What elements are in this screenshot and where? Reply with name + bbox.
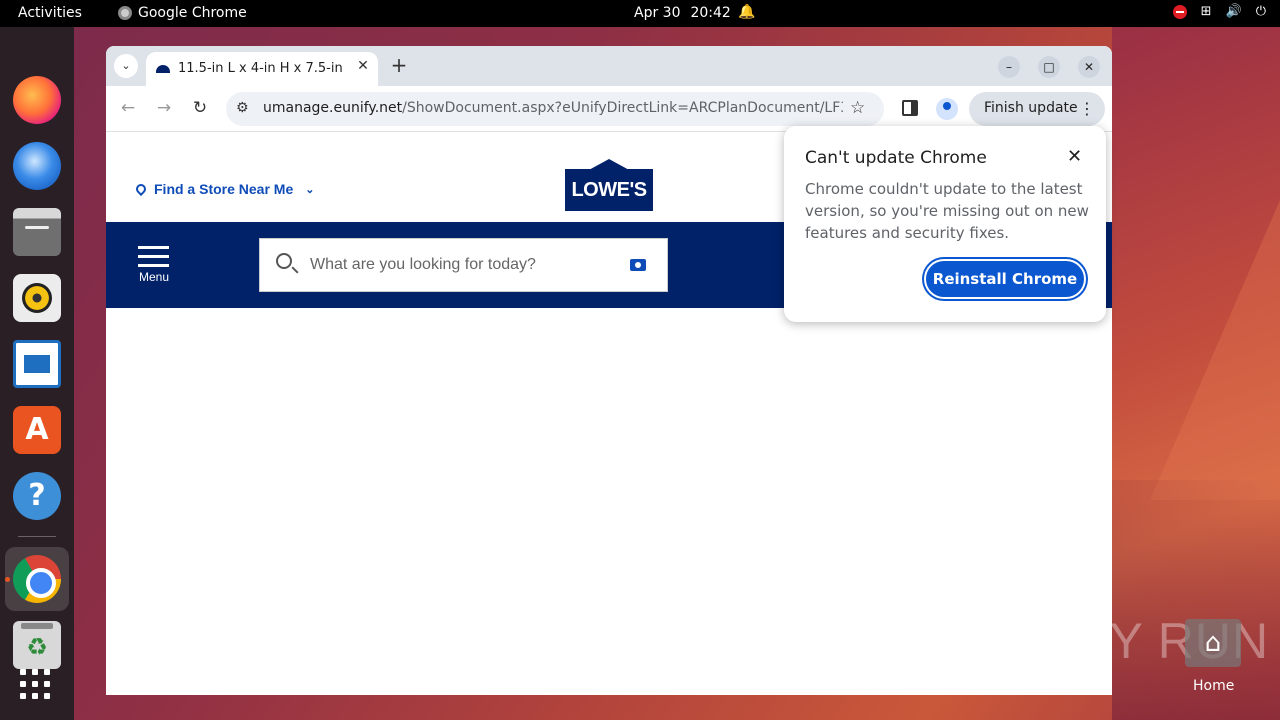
profile-avatar-icon[interactable] (936, 98, 958, 120)
search-icon[interactable] (276, 253, 292, 269)
help-icon[interactable]: ? (13, 472, 61, 520)
power-icon[interactable]: ⏻ (1256, 4, 1266, 19)
clock[interactable]: Apr 30 20:42 (634, 5, 731, 21)
finish-update-label: Finish update (984, 100, 1078, 116)
activities-button[interactable]: Activities (18, 5, 82, 21)
location-pin-icon (133, 181, 149, 197)
minimize-button[interactable]: – (998, 56, 1020, 78)
popup-message: Chrome couldn't update to the latest ver… (805, 180, 1089, 242)
more-menu-icon: ⋮ (1079, 99, 1095, 118)
home-folder-label: Home (1193, 678, 1235, 694)
app-center-icon[interactable]: A (13, 406, 61, 454)
menu-button[interactable]: Menu (138, 246, 170, 284)
finish-update-button[interactable]: Finish update ⋮ (969, 92, 1105, 126)
chevron-down-icon: ⌄ (305, 183, 315, 196)
site-info-icon[interactable]: ⚙ (236, 100, 249, 116)
address-bar[interactable]: ⚙ umanage.eunify.net/ShowDocument.aspx?e… (226, 92, 884, 126)
search-box (259, 238, 668, 292)
home-folder-icon[interactable]: ⌂ (1185, 619, 1241, 667)
close-window-button[interactable]: ✕ (1078, 56, 1100, 78)
hamburger-icon (138, 246, 170, 268)
update-error-popup: Can't update Chrome ✕ Chrome couldn't up… (784, 126, 1106, 322)
clock-date: Apr 30 (634, 5, 681, 21)
tab-close-icon[interactable]: ✕ (354, 58, 372, 74)
clock-time: 20:42 (690, 5, 731, 21)
popup-close-icon[interactable]: ✕ (1067, 146, 1082, 167)
new-tab-button[interactable]: + (388, 54, 410, 76)
rhythmbox-icon[interactable] (13, 274, 61, 322)
bookmark-star-icon[interactable]: ☆ (850, 98, 865, 118)
maximize-button[interactable]: □ (1038, 56, 1060, 78)
app-menu[interactable]: Google Chrome (118, 5, 247, 21)
forward-arrow-icon[interactable]: → (153, 98, 175, 118)
find-store-label: Find a Store Near Me (154, 181, 294, 197)
google-chrome-icon[interactable] (13, 555, 61, 603)
volume-icon[interactable]: 🔊 (1226, 4, 1242, 19)
camera-search-icon[interactable] (630, 259, 646, 271)
lowes-logo[interactable]: LOWE'S (565, 159, 653, 211)
lowes-favicon-icon (156, 65, 170, 73)
thunderbird-icon[interactable] (13, 142, 61, 190)
popup-title: Can't update Chrome (805, 148, 987, 168)
reload-icon[interactable]: ↻ (189, 98, 211, 118)
libreoffice-writer-icon[interactable] (13, 340, 61, 388)
tab-active[interactable]: 11.5-in L x 4-in H x 7.5-in ✕ (146, 52, 378, 86)
show-apps-icon[interactable] (13, 657, 61, 705)
reinstall-chrome-button[interactable]: Reinstall Chrome (924, 259, 1086, 299)
search-input[interactable] (310, 253, 610, 277)
tab-search-chevron-icon[interactable]: ⌄ (114, 54, 138, 78)
dock: A ? ♻ (0, 27, 74, 720)
tab-title: 11.5-in L x 4-in H x 7.5-in (178, 61, 343, 76)
side-panel-icon[interactable] (902, 100, 918, 116)
do-not-disturb-icon[interactable] (1172, 4, 1187, 19)
tab-strip: ⌄ 11.5-in L x 4-in H x 7.5-in ✕ + – □ ✕ (106, 46, 1112, 86)
network-icon[interactable]: ⊞ (1201, 4, 1212, 19)
chrome-icon (118, 6, 132, 20)
url-text[interactable]: umanage.eunify.net/ShowDocument.aspx?eUn… (263, 100, 843, 116)
firefox-icon[interactable] (13, 76, 61, 124)
notification-bell-icon[interactable]: 🔔 (738, 4, 755, 20)
app-menu-label: Google Chrome (138, 5, 247, 21)
wallpaper-shape (1150, 200, 1280, 500)
running-indicator (5, 577, 10, 582)
files-icon[interactable] (13, 208, 61, 256)
top-bar: Activities Google Chrome Apr 30 20:42 🔔 … (0, 0, 1280, 27)
system-tray[interactable]: ⊞ 🔊 ⏻ (1172, 4, 1266, 19)
back-arrow-icon[interactable]: ← (117, 98, 139, 118)
find-store-link[interactable]: Find a Store Near Me ⌄ (133, 181, 315, 197)
menu-label: Menu (138, 270, 170, 284)
dock-separator (18, 536, 56, 537)
